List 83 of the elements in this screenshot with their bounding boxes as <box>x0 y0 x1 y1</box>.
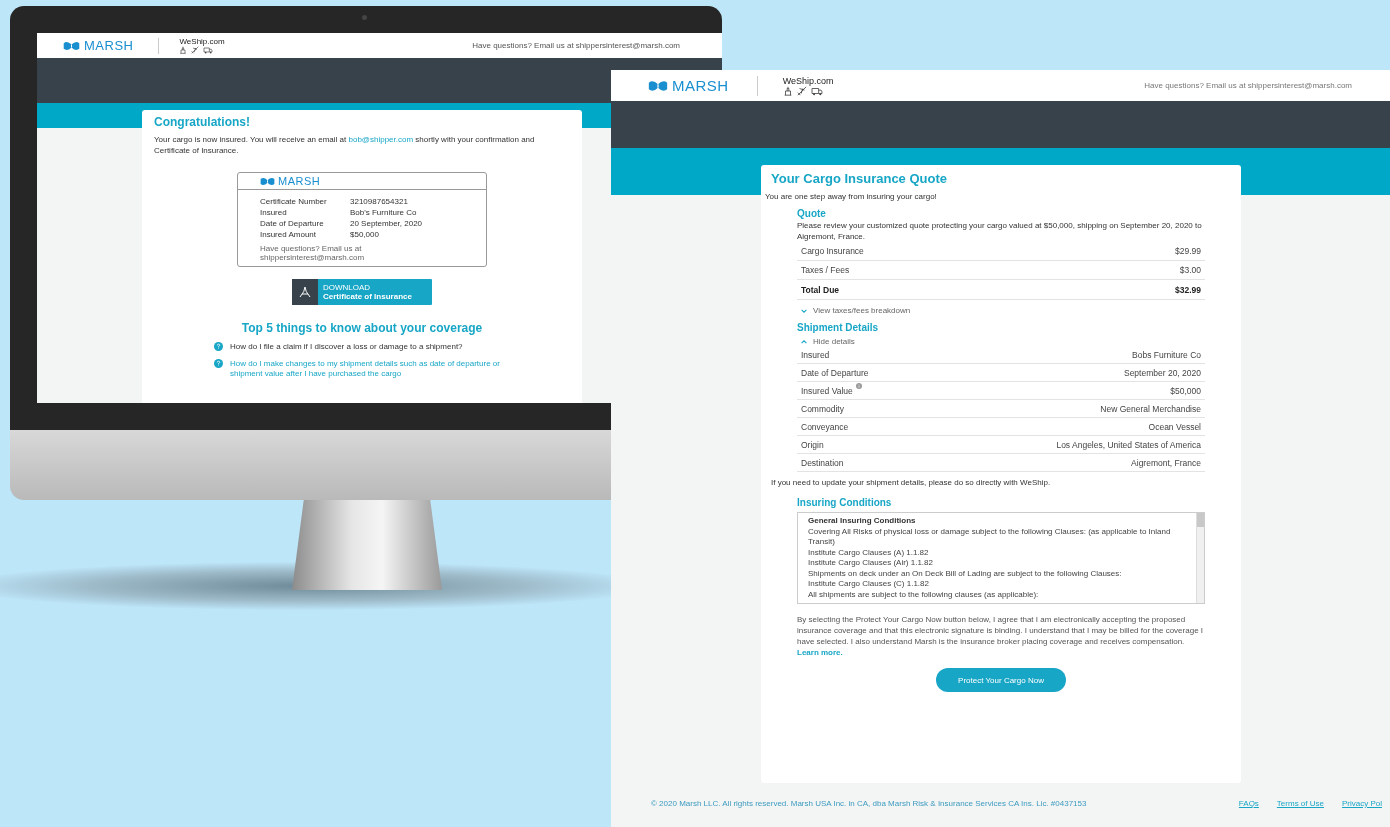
row-value: Los Angeles, United States of America <box>1056 439 1201 450</box>
row-label: Origin <box>801 439 824 450</box>
learn-more-link[interactable]: Learn more. <box>797 648 843 657</box>
row-value: $3.00 <box>1179 265 1201 275</box>
logo-icon <box>260 176 275 186</box>
details-toggle[interactable]: Hide details <box>797 337 859 346</box>
chevron-icon <box>801 339 807 344</box>
section-title: Shipment Details <box>797 322 880 333</box>
faq-question[interactable]: How do I file a claim if I discover a loss or damage to a shipment? <box>230 342 463 352</box>
logo-text: MARSH <box>84 38 134 53</box>
logo-text: MARSH <box>278 175 321 187</box>
plane-icon <box>796 85 807 96</box>
copyright-text: © 2020 Marsh LLC. All rights reserved. Marsh USA Inc. in CA, dba Marsh Risk & Insurance Services CA Ins. Lic. #0437153 <box>651 799 1087 808</box>
footer-link[interactable]: Terms of Use <box>1276 799 1324 808</box>
row-label: Commodity <box>801 403 844 414</box>
card-title: Your Cargo Insurance Quote <box>771 171 948 186</box>
row-label: Total Due <box>801 284 840 295</box>
conditions-line: Shipments on deck under an On Deck Bill of Lading are subject to the following Clauses: <box>808 568 1123 579</box>
row-value: $50,000 <box>1170 385 1201 396</box>
logo-text: MARSH <box>672 77 729 94</box>
row-value: $32.99 <box>1175 284 1201 295</box>
certificate-label: Insured <box>260 207 288 218</box>
scrollbar[interactable] <box>1196 513 1204 603</box>
faq-question[interactable]: How do I make changes to my shipment details such as date of departure or shipment value after I have purchased the cargo <box>230 359 514 379</box>
logo-icon <box>648 79 668 92</box>
certificate-label: Insured Amount <box>260 229 318 240</box>
chevron-icon <box>801 308 807 313</box>
conditions-line: All shipments are subject to the following clauses (as applicable): <box>808 589 1040 600</box>
conditions-line: Institute Cargo Clauses (Air) 1.1.82 <box>808 558 934 569</box>
update-note: If you need to update your shipment details, please do so directly with WeShip. <box>771 478 1052 487</box>
footer-link[interactable]: Privacy Pol <box>1342 799 1382 808</box>
row-label: Date of Departure <box>801 367 869 378</box>
download-button[interactable]: DOWNLOAD Certificate of Insurance <box>292 279 432 305</box>
certificate-value: $50,000 <box>350 229 379 240</box>
row-label: Cargo Insurance <box>801 246 864 256</box>
partner-name: WeShip.com <box>179 37 225 46</box>
row-value: Ocean Vessel <box>1148 421 1201 432</box>
confirmation-message: Your cargo is now insured. You will receive an email at bob@shipper.com shortly with your confirmation and Certificate of Insurance. <box>154 134 536 156</box>
partner-name: WeShip.com <box>782 75 834 86</box>
section-title: Insuring Conditions <box>797 497 893 508</box>
truck-icon <box>203 46 214 54</box>
email-link[interactable]: bob@shipper.com <box>348 135 414 144</box>
footer-link[interactable]: FAQs <box>1238 799 1259 808</box>
conditions-line: Covering All Risks of physical loss or damage subject to the following Clauses: (as applicable to Inland Transit) <box>808 526 1172 548</box>
quote-description: Please review your customized quote protecting your cargo valued at $50,000, shipping on September 20, 2020 to Aigremont, France. <box>797 221 1203 242</box>
row-label: Taxes / Fees <box>801 265 850 275</box>
certificate-value: Bob's Furniture Co <box>350 207 417 218</box>
question-icon <box>214 342 223 351</box>
certificate-value: 3210987654321 <box>350 196 408 207</box>
contact-text: Have questions? Email us at shippersinterest@marsh.com <box>472 41 680 50</box>
protect-button[interactable]: Protect Your Cargo Now <box>936 668 1066 692</box>
row-value: New General Merchandise <box>1100 403 1201 414</box>
ship-icon <box>179 46 188 54</box>
conditions-line: Institute Cargo Clauses (A) 1.1.82 <box>808 547 930 558</box>
certificate-label: Certificate Number <box>260 196 328 207</box>
certificate-footnote: Have questions? Email us at shippersinterest@marsh.com <box>259 243 366 262</box>
row-value: $29.99 <box>1175 246 1201 256</box>
row-value: Bobs Furniture Co <box>1132 349 1201 360</box>
certificate-value: 20 September, 2020 <box>350 218 423 229</box>
contact-text: Have questions? Email us at shippersinterest@marsh.com <box>1144 81 1352 90</box>
row-value: September 20, 2020 <box>1123 367 1201 378</box>
faq-title: Top 5 things to know about your coverage <box>240 321 484 335</box>
pdf-icon <box>292 279 318 305</box>
breakdown-toggle[interactable]: View taxes/fees breakdown <box>797 306 915 315</box>
certificate-label: Date of Departure <box>260 218 325 229</box>
row-value: Aigremont, France <box>1131 457 1201 468</box>
row-label: Conveyance <box>801 421 849 432</box>
camera-dot <box>362 15 367 20</box>
card-title: Congratulations! <box>154 115 251 129</box>
section-title: Quote <box>797 208 827 219</box>
row-label: Destination <box>801 457 844 468</box>
logo-icon <box>63 40 80 51</box>
consent-text: By selecting the Protect Your Cargo Now button below, I agree that I am electronically accepting the proposed insurance coverage and that this electronic signature is binding. I understand that I may be billed for the coverage I have selected. I also understand Marsh is the insurance broker placing coverage and receives compensation. Learn more. <box>797 614 1205 658</box>
row-label: Insured <box>801 349 830 360</box>
plane-icon <box>191 46 200 54</box>
truck-icon <box>810 85 823 96</box>
row-label: Insured Value <box>801 385 862 396</box>
info-icon[interactable] <box>855 382 862 389</box>
intro-text: You are one step away from insuring your cargo! <box>765 192 938 201</box>
ship-icon <box>782 85 793 96</box>
conditions-line: Institute Cargo Clauses (C) 1.1.82 <box>808 579 930 590</box>
conditions-line: General Insuring Conditions <box>808 516 917 527</box>
question-icon <box>214 359 223 368</box>
